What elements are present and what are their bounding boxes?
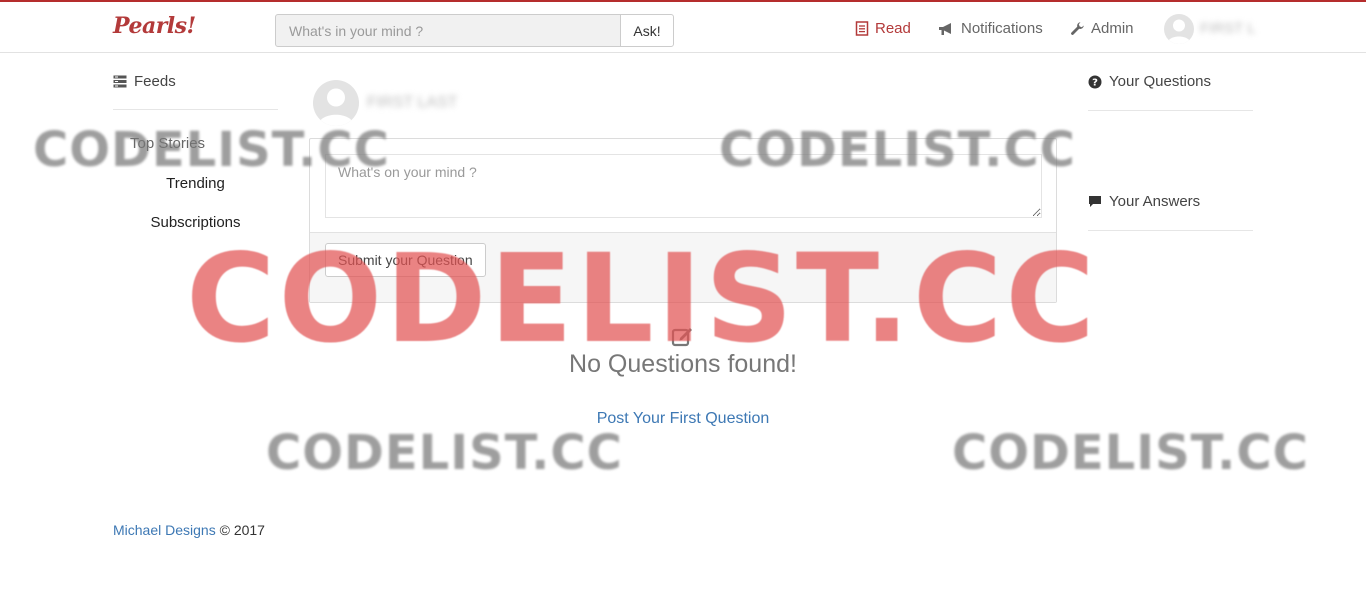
nav-read-label: Read — [875, 20, 911, 37]
nav-notifications-label: Notifications — [961, 20, 1043, 37]
footer: Michael Designs © 2017 — [113, 522, 265, 538]
question-composer: Submit your Question — [309, 138, 1057, 303]
sidebar-item-your-questions[interactable]: ? Your Questions — [1088, 53, 1253, 111]
composer-user: FIRST LAST — [313, 80, 457, 126]
svg-text:?: ? — [1092, 77, 1098, 88]
your-questions-label: Your Questions — [1109, 73, 1212, 90]
user-avatar-icon — [1167, 19, 1191, 44]
feeds-list-icon — [113, 75, 127, 87]
user-avatar-icon — [318, 88, 354, 126]
composer-footer: Submit your Question — [310, 232, 1056, 302]
sidebar-item-feeds-label: Feeds — [134, 72, 176, 90]
question-circle-icon: ? — [1088, 75, 1102, 88]
sidebar-item-your-answers[interactable]: Your Answers — [1088, 173, 1253, 231]
nav-admin-label: Admin — [1091, 20, 1134, 37]
composer-avatar — [313, 80, 359, 126]
post-first-question-link: Post Your First Question — [0, 410, 1366, 428]
sidebar-item-trending[interactable]: Trending — [113, 175, 278, 192]
top-navbar: Pearls! Ask! Read Notifications Admin FI… — [0, 0, 1366, 53]
book-icon — [855, 21, 869, 36]
watermark: CODELIST.CC — [266, 425, 623, 481]
megaphone-icon — [939, 22, 951, 35]
user-name[interactable]: FIRST L — [1200, 20, 1256, 37]
left-sidebar: Feeds Top Stories Trending Subscriptions — [113, 53, 278, 231]
sidebar-item-subscriptions[interactable]: Subscriptions — [113, 214, 278, 231]
nav-read[interactable]: Read — [855, 20, 911, 37]
nav-notifications[interactable]: Notifications — [938, 20, 1043, 37]
post-first-question-link-text[interactable]: Post Your First Question — [597, 410, 770, 427]
footer-copyright: © 2017 — [219, 522, 265, 538]
wrench-icon — [1071, 22, 1084, 35]
edit-square-icon — [671, 328, 692, 347]
search-input[interactable] — [275, 14, 621, 47]
sidebar-item-feeds[interactable]: Feeds — [113, 53, 278, 110]
submit-question-button[interactable]: Submit your Question — [325, 243, 486, 277]
empty-state-title: No Questions found! — [569, 350, 797, 378]
sidebar-item-top-stories[interactable]: Top Stories — [113, 135, 278, 152]
comment-icon — [1089, 196, 1101, 207]
watermark: CODELIST.CC — [952, 425, 1309, 481]
user-avatar[interactable] — [1164, 14, 1194, 44]
right-sidebar: ? Your Questions Your Answers — [1088, 53, 1253, 231]
nav-admin[interactable]: Admin — [1070, 20, 1134, 37]
ask-button[interactable]: Ask! — [620, 14, 674, 47]
question-textarea[interactable] — [325, 154, 1042, 218]
your-answers-label: Your Answers — [1109, 193, 1201, 210]
footer-designer-link[interactable]: Michael Designs — [113, 522, 216, 538]
composer-user-name: FIRST LAST — [367, 94, 458, 111]
brand-logo[interactable]: Pearls! — [113, 13, 196, 39]
